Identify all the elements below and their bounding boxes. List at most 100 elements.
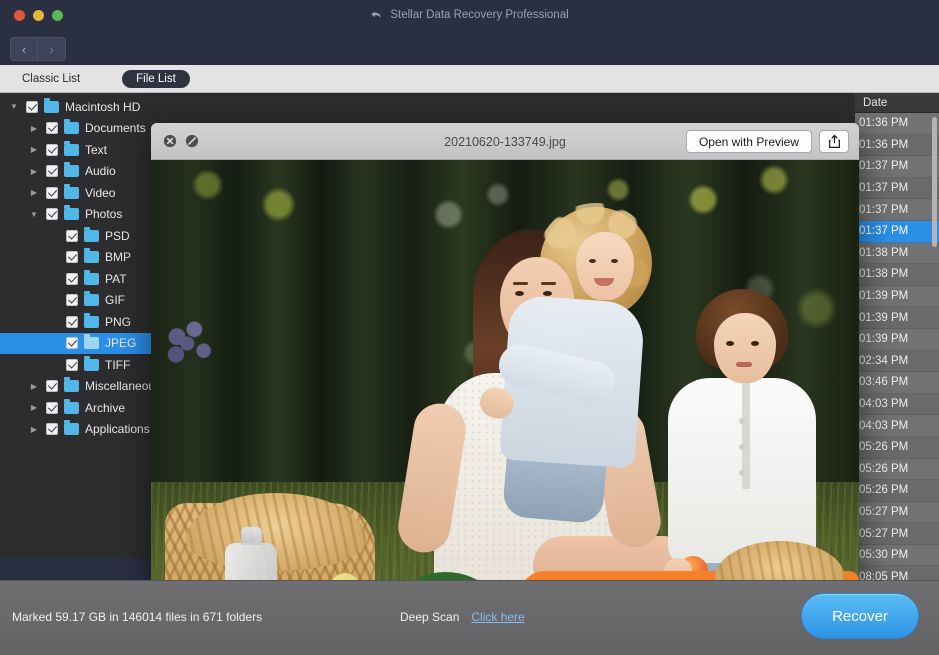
tree-item-documents[interactable]: ▶Documents — [0, 118, 168, 140]
date-cell[interactable]: 05:26 PM — [855, 480, 939, 502]
folder-icon — [64, 423, 79, 435]
date-cell[interactable]: 01:39 PM — [855, 286, 939, 308]
main-content: ▼Macintosh HD▶Documents▶Text▶Audio▶Video… — [0, 93, 939, 558]
no-entry-circle-icon[interactable] — [185, 134, 199, 148]
tree-item-label: Archive — [85, 401, 125, 415]
tree-item-audio[interactable]: ▶ Audio — [0, 161, 168, 183]
deep-scan-link[interactable]: Click here — [471, 610, 524, 624]
minimize-window-button[interactable] — [33, 10, 44, 21]
app-title: Stellar Data Recovery Professional — [0, 0, 939, 30]
folder-icon — [64, 165, 79, 177]
tree-checkbox[interactable] — [46, 423, 58, 435]
tree-checkbox[interactable] — [46, 165, 58, 177]
maximize-window-button[interactable] — [52, 10, 63, 21]
date-cell[interactable]: 01:39 PM — [855, 329, 939, 351]
chevron-right-icon[interactable]: ▶ — [28, 165, 40, 177]
date-cell[interactable]: 01:36 PM — [855, 135, 939, 157]
date-cell[interactable]: 01:37 PM — [855, 221, 939, 243]
tree-checkbox[interactable] — [66, 251, 78, 263]
tree-checkbox[interactable] — [46, 187, 58, 199]
date-cell-text: 01:36 PM — [859, 117, 908, 129]
tree-checkbox[interactable] — [26, 101, 38, 113]
chevron-right-icon[interactable]: ▶ — [28, 144, 40, 156]
title-bar: Stellar Data Recovery Professional — [0, 0, 939, 30]
date-cell-text: 01:37 PM — [859, 182, 908, 194]
girl-face — [576, 232, 634, 300]
date-cell-text: 01:39 PM — [859, 333, 908, 345]
tree-item-tiff[interactable]: TIFF — [0, 354, 168, 376]
date-cell[interactable]: 01:36 PM — [855, 113, 939, 135]
tree-item-macintosh-hd[interactable]: ▼Macintosh HD — [0, 96, 168, 118]
tab-classic-list[interactable]: Classic List — [8, 70, 94, 88]
tree-item-psd[interactable]: PSD — [0, 225, 168, 247]
date-cell[interactable]: 04:03 PM — [855, 415, 939, 437]
folder-icon — [84, 273, 99, 285]
tree-item-archive[interactable]: ▶ Archive — [0, 397, 168, 419]
date-cell-text: 01:36 PM — [859, 139, 908, 151]
tree-checkbox[interactable] — [46, 380, 58, 392]
chevron-down-icon[interactable]: ▼ — [8, 101, 20, 113]
chevron-right-icon[interactable]: ▶ — [28, 122, 40, 134]
chevron-right-icon[interactable]: ▶ — [28, 423, 40, 435]
tree-item-applications[interactable]: ▶Applications — [0, 419, 168, 441]
tree-item-gif[interactable]: GIF — [0, 290, 168, 312]
tree-checkbox[interactable] — [66, 230, 78, 242]
date-cell[interactable]: 01:37 PM — [855, 178, 939, 200]
tree-item-jpeg[interactable]: JPEG — [0, 333, 168, 355]
tree-checkbox[interactable] — [66, 359, 78, 371]
tab-file-list[interactable]: File List — [122, 70, 190, 88]
tree-item-pat[interactable]: PAT — [0, 268, 168, 290]
tree-item-photos[interactable]: ▼Photos — [0, 204, 168, 226]
date-cell[interactable]: 05:27 PM — [855, 523, 939, 545]
date-cell[interactable]: 01:37 PM — [855, 199, 939, 221]
date-cell[interactable]: 03:46 PM — [855, 372, 939, 394]
quicklook-actions: Open with Preview — [686, 130, 849, 153]
nav-forward-button[interactable]: › — [38, 37, 66, 61]
tree-item-label: TIFF — [105, 358, 130, 372]
mother-right-brow — [541, 282, 556, 285]
tree-item-png[interactable]: PNG — [0, 311, 168, 333]
tree-item-video[interactable]: ▶Video — [0, 182, 168, 204]
share-button[interactable] — [819, 130, 849, 153]
tree-item-label: Audio — [85, 164, 116, 178]
tree-item-label: PSD — [105, 229, 130, 243]
date-cell[interactable]: 05:26 PM — [855, 459, 939, 481]
date-cell-text: 01:37 PM — [859, 160, 908, 172]
tree-checkbox[interactable] — [46, 402, 58, 414]
tree-checkbox[interactable] — [46, 122, 58, 134]
chevron-down-icon[interactable]: ▼ — [28, 208, 40, 220]
chevron-right-icon[interactable]: ▶ — [28, 380, 40, 392]
date-cell[interactable]: 01:39 PM — [855, 307, 939, 329]
tree-item-bmp[interactable]: BMP — [0, 247, 168, 269]
date-cell-text: 05:26 PM — [859, 484, 908, 496]
recover-button[interactable]: Recover — [801, 593, 919, 639]
tree-checkbox[interactable] — [66, 294, 78, 306]
date-cell[interactable]: 05:27 PM — [855, 502, 939, 524]
date-cell[interactable]: 01:38 PM — [855, 243, 939, 265]
folder-icon — [84, 230, 99, 242]
date-cell[interactable]: 01:37 PM — [855, 156, 939, 178]
close-circle-icon[interactable] — [163, 134, 177, 148]
chevron-right-icon[interactable]: ▶ — [28, 402, 40, 414]
tree-item-label: PAT — [105, 272, 127, 286]
date-cell[interactable]: 05:26 PM — [855, 437, 939, 459]
nav-back-button[interactable]: ‹ — [10, 37, 38, 61]
date-cell[interactable]: 01:38 PM — [855, 264, 939, 286]
tree-checkbox[interactable] — [66, 316, 78, 328]
tree-item-text[interactable]: ▶Text — [0, 139, 168, 161]
date-cell[interactable]: 04:03 PM — [855, 394, 939, 416]
deep-scan-label: Deep Scan — [400, 610, 459, 624]
chevron-right-icon[interactable]: ▶ — [28, 187, 40, 199]
tree-checkbox[interactable] — [66, 273, 78, 285]
close-window-button[interactable] — [14, 10, 25, 21]
tree-item-miscellaneous[interactable]: ▶Miscellaneous — [0, 376, 168, 398]
date-cell[interactable]: 02:34 PM — [855, 351, 939, 373]
tree-checkbox[interactable] — [66, 337, 78, 349]
tree-checkbox[interactable] — [46, 208, 58, 220]
date-cell[interactable]: 05:30 PM — [855, 545, 939, 567]
column-header-date[interactable]: Date — [855, 93, 939, 113]
quicklook-window: 20210620-133749.jpg Open with Preview — [151, 123, 859, 655]
open-with-preview-button[interactable]: Open with Preview — [686, 130, 812, 153]
vertical-scrollbar[interactable] — [932, 117, 937, 247]
tree-checkbox[interactable] — [46, 144, 58, 156]
